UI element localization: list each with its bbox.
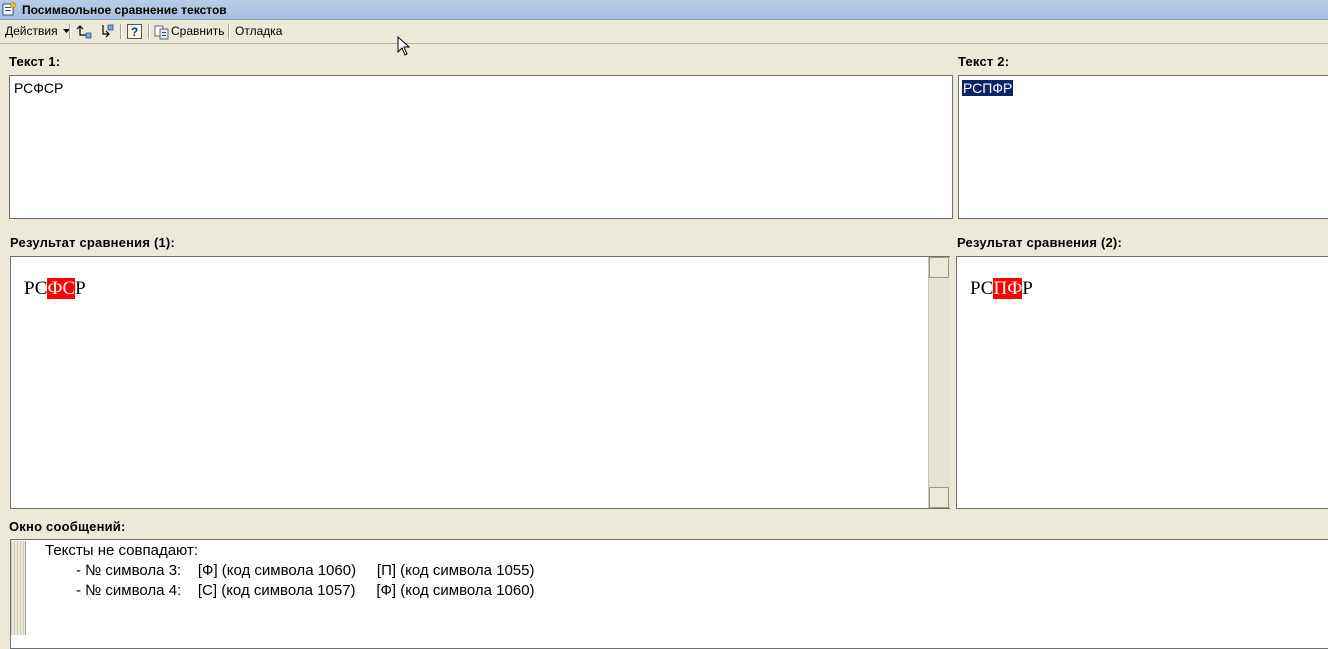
result1-diff-highlight: ФС <box>47 278 76 299</box>
result1-label: Результат сравнения (1): <box>10 235 175 250</box>
toolbar: Действия ? Сравнить Отладка <box>0 20 1328 44</box>
help-icon[interactable]: ? <box>126 23 143 40</box>
result1-prefix: РС <box>24 278 48 299</box>
result2-label: Результат сравнения (2): <box>957 235 1122 250</box>
text1-input[interactable]: РСФСР <box>9 75 953 219</box>
compare-button[interactable]: Сравнить <box>154 23 224 40</box>
debug-label: Отладка <box>235 24 283 38</box>
toolbar-separator <box>228 24 230 39</box>
text1-value: РСФСР <box>14 80 64 96</box>
toolbar-separator <box>69 24 71 39</box>
result2-field[interactable]: РСПФР <box>956 256 1328 509</box>
messages-label: Окно сообщений: <box>9 519 126 534</box>
move-down-icon[interactable] <box>98 23 115 40</box>
message-line: - № символа 3: [Ф] (код символа 1060) [П… <box>76 562 535 579</box>
scroll-up-button[interactable] <box>929 257 949 278</box>
result2-text: РСПФР <box>970 278 1033 300</box>
toolbar-separator <box>148 24 150 39</box>
result2-suffix: Р <box>1022 278 1033 299</box>
form-app-icon <box>2 2 16 16</box>
mouse-cursor-icon <box>397 36 411 56</box>
text1-label: Текст 1: <box>9 54 61 69</box>
svg-text:?: ? <box>131 25 138 39</box>
result1-field[interactable]: РСФСР <box>10 256 950 509</box>
result1-scrollbar[interactable] <box>928 257 950 508</box>
result2-prefix: РС <box>970 278 994 299</box>
result1-text: РСФСР <box>24 278 86 300</box>
debug-button[interactable]: Отладка <box>235 23 282 40</box>
actions-menu-label: Действия <box>5 24 58 38</box>
text2-input[interactable]: РСПФР <box>958 75 1328 219</box>
window-title: Посимвольное сравнение текстов <box>22 3 227 17</box>
toolbar-separator <box>120 24 122 39</box>
text2-value: РСПФР <box>962 80 1014 96</box>
scroll-down-button[interactable] <box>929 487 949 508</box>
compare-icon <box>154 25 169 40</box>
window-titlebar: Посимвольное сравнение текстов <box>0 0 1328 20</box>
messages-gutter <box>11 541 26 635</box>
result2-diff-highlight: ПФ <box>993 278 1023 299</box>
text2-label: Текст 2: <box>958 54 1010 69</box>
move-up-icon[interactable] <box>76 23 93 40</box>
message-line: - № символа 4: [С] (код символа 1057) [Ф… <box>76 582 535 599</box>
result1-suffix: Р <box>75 278 86 299</box>
actions-menu-button[interactable]: Действия <box>5 23 70 40</box>
compare-label: Сравнить <box>171 24 225 38</box>
message-line: Тексты не совпадают: <box>45 542 199 559</box>
